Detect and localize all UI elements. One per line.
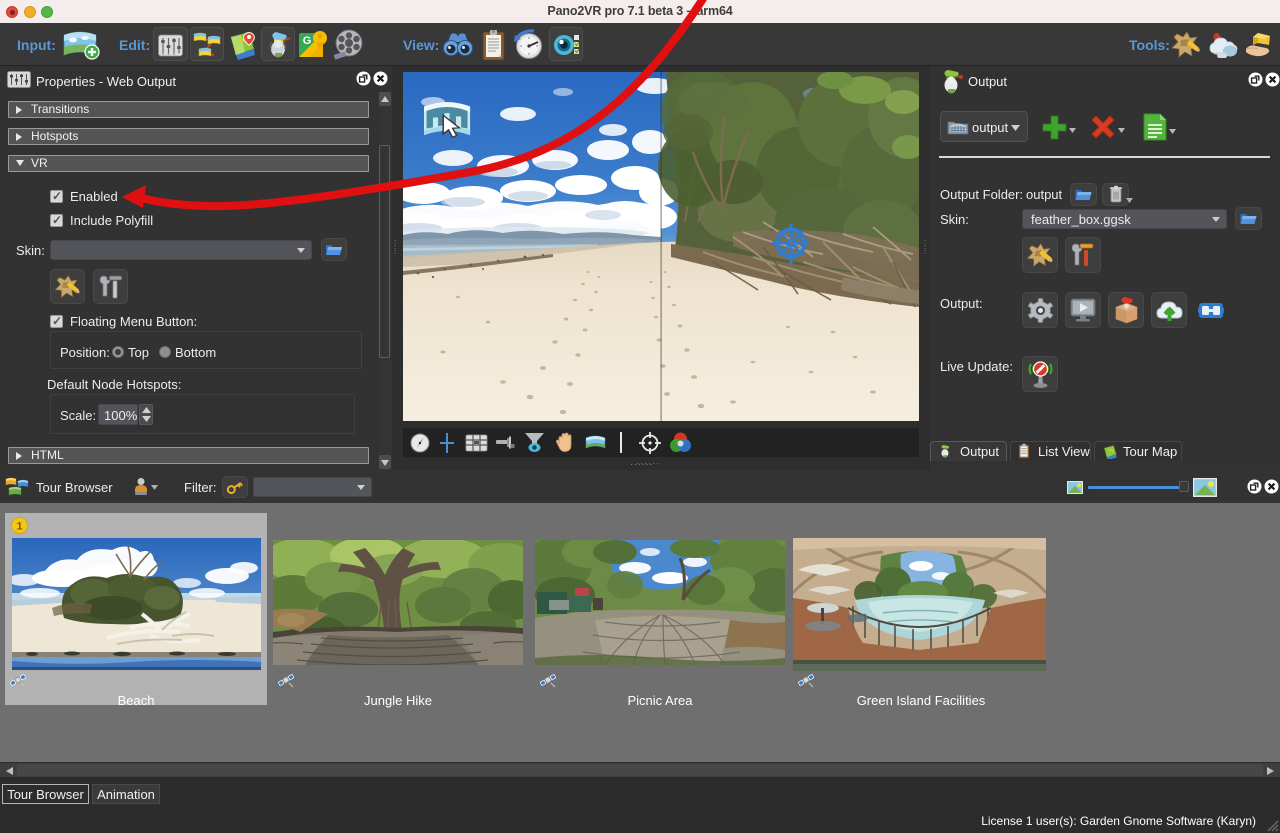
- svg-text:1: 1: [16, 521, 22, 533]
- svg-text:G: G: [303, 35, 312, 47]
